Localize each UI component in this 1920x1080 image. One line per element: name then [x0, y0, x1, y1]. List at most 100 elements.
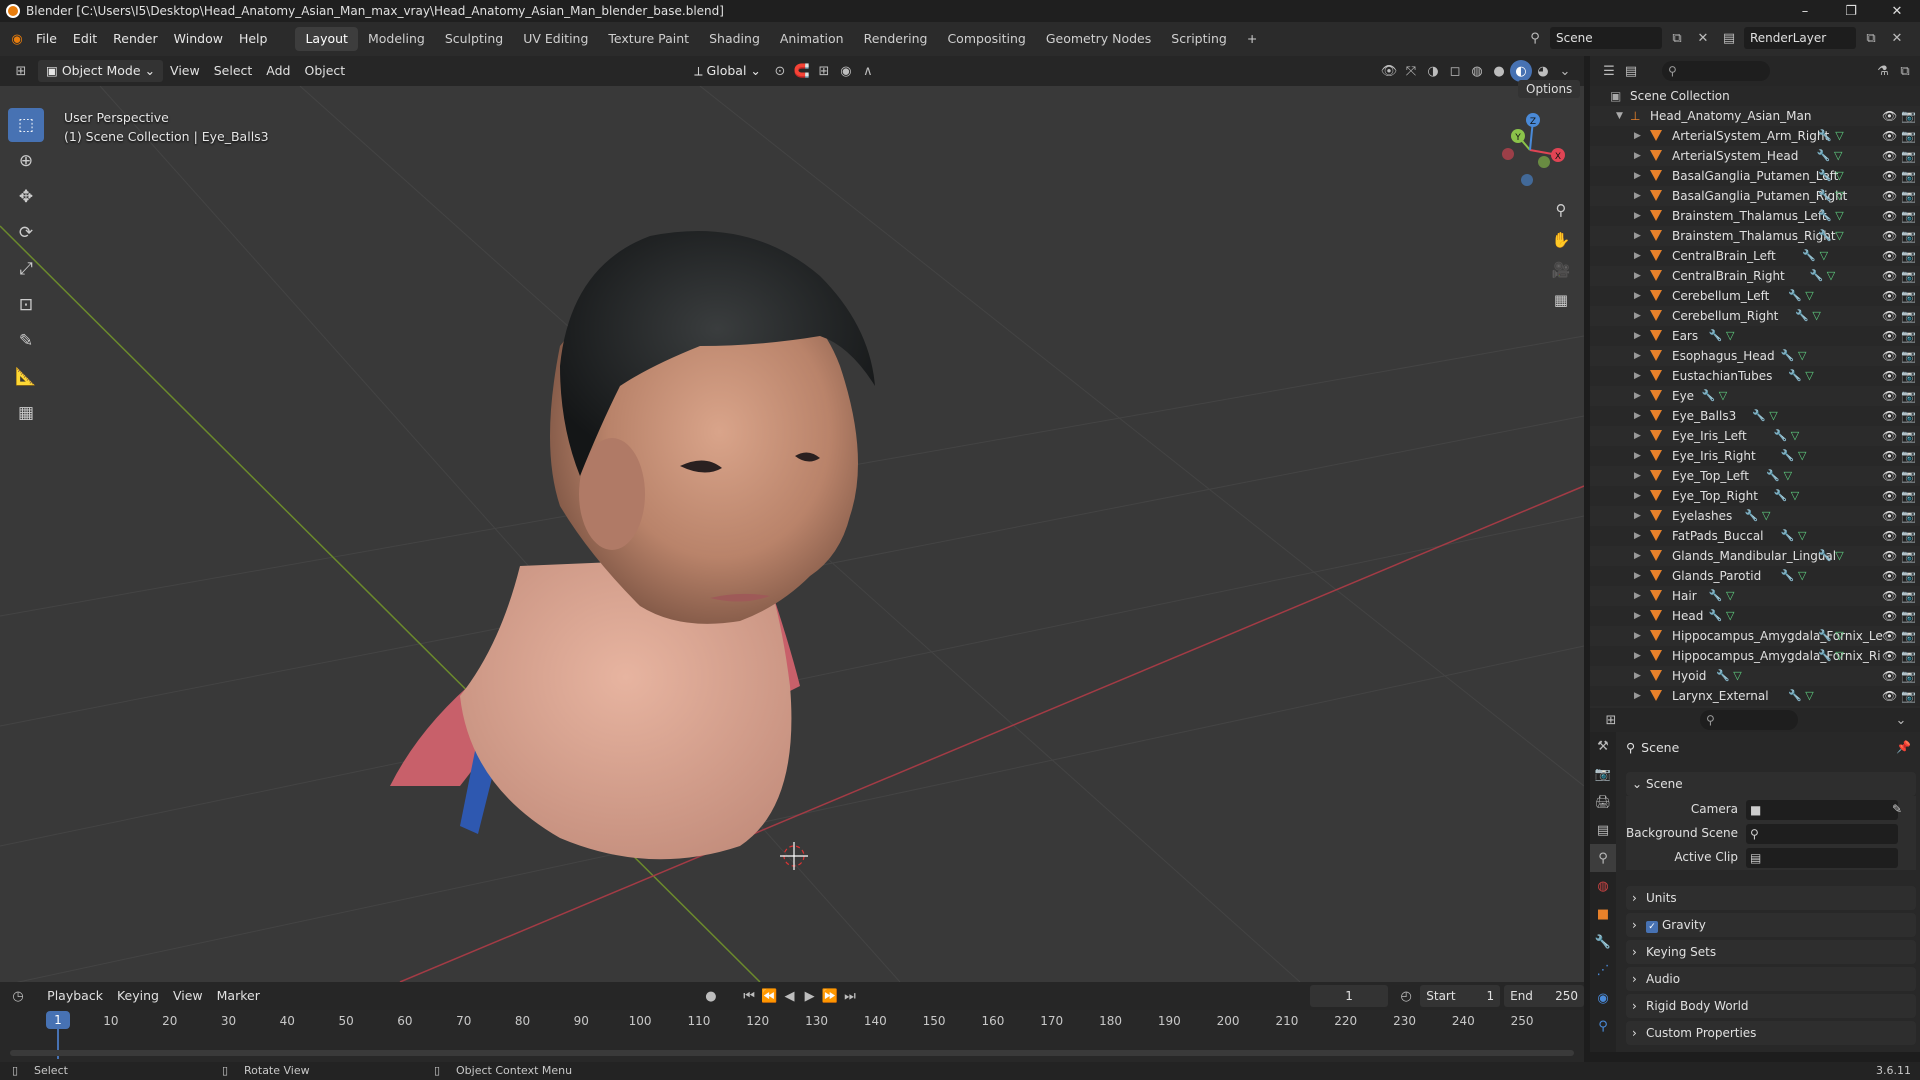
section-keying-sets[interactable]: › Keying Sets — [1626, 940, 1916, 964]
camera-field[interactable]: ■ — [1746, 800, 1898, 820]
tab-sculpting[interactable]: Sculpting — [435, 27, 513, 51]
modifier-icons[interactable]: 🔧 ▽ — [1795, 306, 1821, 326]
render-toggle-icon[interactable]: 📷 — [1901, 226, 1916, 246]
menu-view[interactable]: View — [163, 59, 207, 83]
modifier-icons[interactable]: 🔧 ▽ — [1818, 646, 1844, 666]
eye-icon[interactable]: 👁 — [1882, 306, 1897, 326]
perspective-toggle-icon[interactable]: ▦ — [1547, 286, 1575, 314]
modifier-icons[interactable]: 🔧 ▽ — [1818, 186, 1844, 206]
render-tab-icon[interactable]: 📷 — [1590, 760, 1616, 788]
timeline-editor-icon[interactable]: ◷ — [8, 985, 28, 1007]
modifier-icons[interactable]: 🔧 ▽ — [1817, 146, 1843, 166]
render-toggle-icon[interactable]: 📷 — [1901, 606, 1916, 626]
outliner-item[interactable]: ▶ Ears 🔧 ▽ 👁 📷 — [1590, 326, 1920, 346]
modifier-icons[interactable]: 🔧 ▽ — [1774, 486, 1800, 506]
outliner-item[interactable]: ▶ BasalGanglia_Putamen_Left 🔧 ▽ 👁 📷 — [1590, 166, 1920, 186]
current-frame-field[interactable]: 1 — [1310, 985, 1389, 1007]
mode-dropdown[interactable]: ▣ Object Mode ⌄ — [38, 60, 164, 82]
outliner-item[interactable]: ▶ Hippocampus_Amygdala_Fornix_Ri 🔧 ▽ 👁 📷 — [1590, 646, 1920, 666]
move-tool-icon[interactable]: ✥ — [8, 180, 44, 214]
eye-icon[interactable]: 👁 — [1882, 406, 1897, 426]
modifier-icons[interactable]: 🔧 ▽ — [1781, 566, 1807, 586]
render-toggle-icon[interactable]: 📷 — [1901, 346, 1916, 366]
render-toggle-icon[interactable]: 📷 — [1901, 146, 1916, 166]
options-dropdown[interactable]: Options — [1518, 80, 1581, 98]
chevron-down-icon[interactable]: ⌄ — [1890, 709, 1912, 731]
scene-panel-header[interactable]: ⌄ Scene — [1626, 772, 1916, 796]
new-collection-icon[interactable]: ⧉ — [1894, 60, 1916, 82]
maximize-button[interactable]: ❐ — [1828, 0, 1874, 22]
outliner-item[interactable]: ▶ Eye_Top_Right 🔧 ▽ 👁 📷 — [1590, 486, 1920, 506]
eye-icon[interactable]: 👁 — [1882, 286, 1897, 306]
proportional-edit-icon[interactable]: ◉ — [835, 60, 857, 82]
expand-icon[interactable]: ▶ — [1634, 346, 1641, 366]
tab-rendering[interactable]: Rendering — [854, 27, 938, 51]
filter-icon[interactable]: ⚗ — [1872, 60, 1894, 82]
section-gravity[interactable]: › ✓ Gravity — [1626, 913, 1916, 937]
render-toggle-icon[interactable]: 📷 — [1901, 526, 1916, 546]
scene-icon[interactable]: ⚲ — [1524, 27, 1546, 49]
view-layer-icon[interactable]: ▤ — [1718, 27, 1740, 49]
transform-orientation-dropdown[interactable]: ⟂ Global ⌄ — [686, 60, 769, 82]
eye-icon[interactable]: 👁 — [1882, 666, 1897, 686]
tab-scripting[interactable]: Scripting — [1161, 27, 1237, 51]
outliner-item[interactable]: ▶ Hair 🔧 ▽ 👁 📷 — [1590, 586, 1920, 606]
new-view-layer-icon[interactable]: ⧉ — [1860, 27, 1882, 49]
modifier-icons[interactable]: 🔧 ▽ — [1818, 626, 1844, 646]
menu-timeline-view[interactable]: View — [166, 984, 210, 1008]
expand-icon[interactable]: ▶ — [1634, 546, 1641, 566]
eye-icon[interactable]: 👁 — [1882, 546, 1897, 566]
scene-tab-icon[interactable]: ⚲ — [1590, 844, 1616, 872]
modifier-tab-icon[interactable]: 🔧 — [1590, 928, 1616, 956]
expand-icon[interactable]: ▶ — [1634, 666, 1641, 686]
rotate-tool-icon[interactable]: ⟳ — [8, 216, 44, 250]
eye-icon[interactable]: 👁 — [1882, 106, 1897, 126]
annotate-tool-icon[interactable]: ✎ — [8, 324, 44, 358]
expand-icon[interactable]: ▶ — [1634, 226, 1641, 246]
outliner-item[interactable]: ▶ Larynx_External 🔧 ▽ 👁 📷 — [1590, 686, 1920, 706]
outliner-item[interactable]: ▶ Brainstem_Thalamus_Right 🔧 ▽ 👁 📷 — [1590, 226, 1920, 246]
modifier-icons[interactable]: 🔧 ▽ — [1752, 406, 1778, 426]
eye-icon[interactable]: 👁 — [1882, 466, 1897, 486]
modifier-icons[interactable]: 🔧 ▽ — [1810, 266, 1836, 286]
next-keyframe-icon[interactable]: ⏩ — [820, 985, 840, 1007]
expand-icon[interactable]: ▶ — [1634, 326, 1641, 346]
scene-name-field[interactable]: Scene — [1550, 27, 1662, 49]
expand-icon[interactable]: ▶ — [1634, 586, 1641, 606]
tab-layout[interactable]: Layout — [295, 27, 358, 51]
menu-select[interactable]: Select — [207, 59, 260, 83]
render-toggle-icon[interactable]: 📷 — [1901, 506, 1916, 526]
delete-scene-icon[interactable]: ✕ — [1692, 27, 1714, 49]
camera-view-icon[interactable]: 🎥 — [1547, 256, 1575, 284]
background-scene-field[interactable]: ⚲ — [1746, 824, 1898, 844]
outliner-root-row[interactable]: ▣ Scene Collection — [1590, 86, 1920, 106]
eye-icon[interactable]: 👁 — [1882, 366, 1897, 386]
wireframe-shading-icon[interactable]: ◍ — [1466, 60, 1488, 82]
expand-icon[interactable]: ▶ — [1634, 166, 1641, 186]
record-icon[interactable]: ● — [701, 985, 721, 1007]
preview-range-icon[interactable]: ◴ — [1396, 985, 1416, 1007]
render-toggle-icon[interactable]: 📷 — [1901, 326, 1916, 346]
render-toggle-icon[interactable]: 📷 — [1901, 186, 1916, 206]
expand-icon[interactable]: ▶ — [1634, 446, 1641, 466]
outliner-item[interactable]: ▶ BasalGanglia_Putamen_Right 🔧 ▽ 👁 📷 — [1590, 186, 1920, 206]
pivot-point-icon[interactable]: ⊙ — [769, 60, 791, 82]
eye-icon[interactable]: 👁 — [1882, 426, 1897, 446]
modifier-icons[interactable]: 🔧 ▽ — [1745, 506, 1771, 526]
play-icon[interactable]: ▶ — [800, 985, 820, 1007]
collapse-icon[interactable]: ▼ — [1616, 106, 1623, 126]
outliner-item[interactable]: ▶ Eye_Top_Left 🔧 ▽ 👁 📷 — [1590, 466, 1920, 486]
outliner-item[interactable]: ▶ Eye_Iris_Right 🔧 ▽ 👁 📷 — [1590, 446, 1920, 466]
eye-icon[interactable]: 👁 — [1882, 326, 1897, 346]
modifier-icons[interactable]: 🔧 ▽ — [1709, 326, 1735, 346]
section-custom-properties[interactable]: › Custom Properties — [1626, 1021, 1916, 1045]
overlay-toggle-icon[interactable]: ◑ — [1422, 60, 1444, 82]
eye-icon[interactable]: 👁 — [1882, 146, 1897, 166]
tab-shading[interactable]: Shading — [699, 27, 770, 51]
expand-icon[interactable]: ▶ — [1634, 246, 1641, 266]
outliner-item[interactable]: ▶ EustachianTubes 🔧 ▽ 👁 📷 — [1590, 366, 1920, 386]
modifier-icons[interactable]: 🔧 ▽ — [1709, 586, 1735, 606]
display-mode-icon[interactable]: ▤ — [1620, 60, 1642, 82]
eye-icon[interactable]: 👁 — [1882, 506, 1897, 526]
modifier-icons[interactable]: 🔧 ▽ — [1818, 126, 1844, 146]
